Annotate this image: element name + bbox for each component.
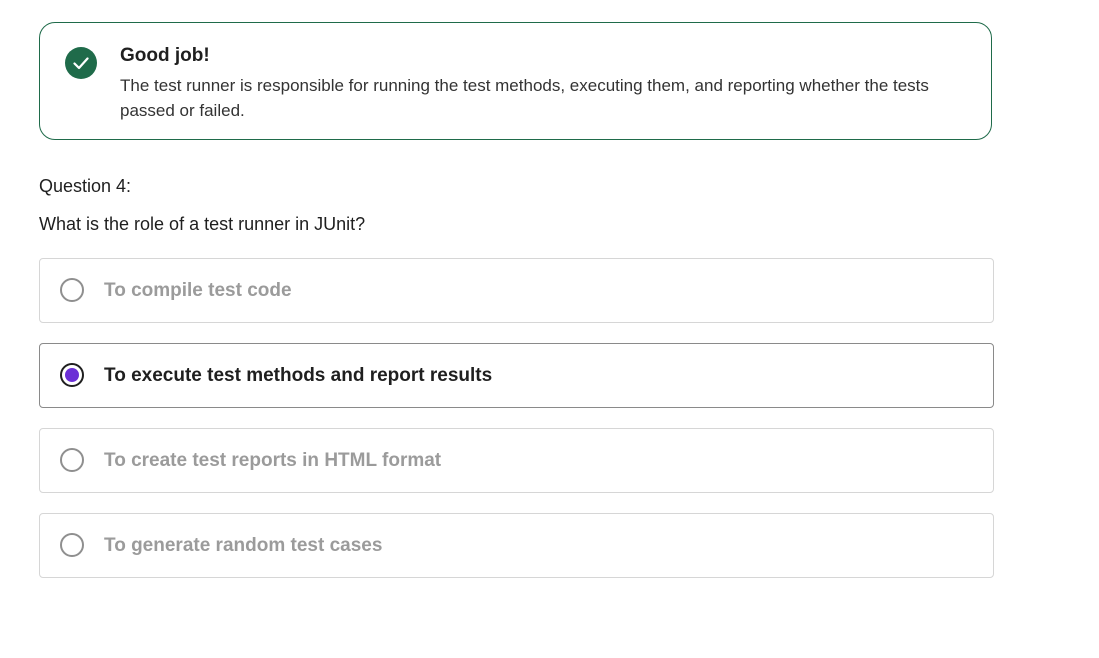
radio-button-icon[interactable] <box>60 533 84 557</box>
radio-button-icon[interactable] <box>60 278 84 302</box>
answer-option-label: To execute test methods and report resul… <box>104 365 493 386</box>
answer-option-label: To generate random test cases <box>104 535 383 556</box>
answer-option-label: To create test reports in HTML format <box>104 450 442 471</box>
feedback-title: Good job! <box>120 45 210 66</box>
radio-dot-icon <box>65 368 79 382</box>
answer-option-label: To compile test code <box>104 280 292 301</box>
answer-option-selected[interactable]: To execute test methods and report resul… <box>39 343 994 408</box>
question-text: What is the role of a test runner in JUn… <box>39 214 366 234</box>
radio-button-selected-icon[interactable] <box>60 363 84 387</box>
answer-option[interactable]: To create test reports in HTML format <box>39 428 994 493</box>
checkmark-circle-icon <box>65 47 97 79</box>
question-number: Question 4: <box>39 176 132 196</box>
feedback-banner: Good job! The test runner is responsible… <box>39 22 992 140</box>
feedback-text: The test runner is responsible for runni… <box>120 76 929 120</box>
answer-option[interactable]: To generate random test cases <box>39 513 994 578</box>
answer-option[interactable]: To compile test code <box>39 258 994 323</box>
radio-button-icon[interactable] <box>60 448 84 472</box>
